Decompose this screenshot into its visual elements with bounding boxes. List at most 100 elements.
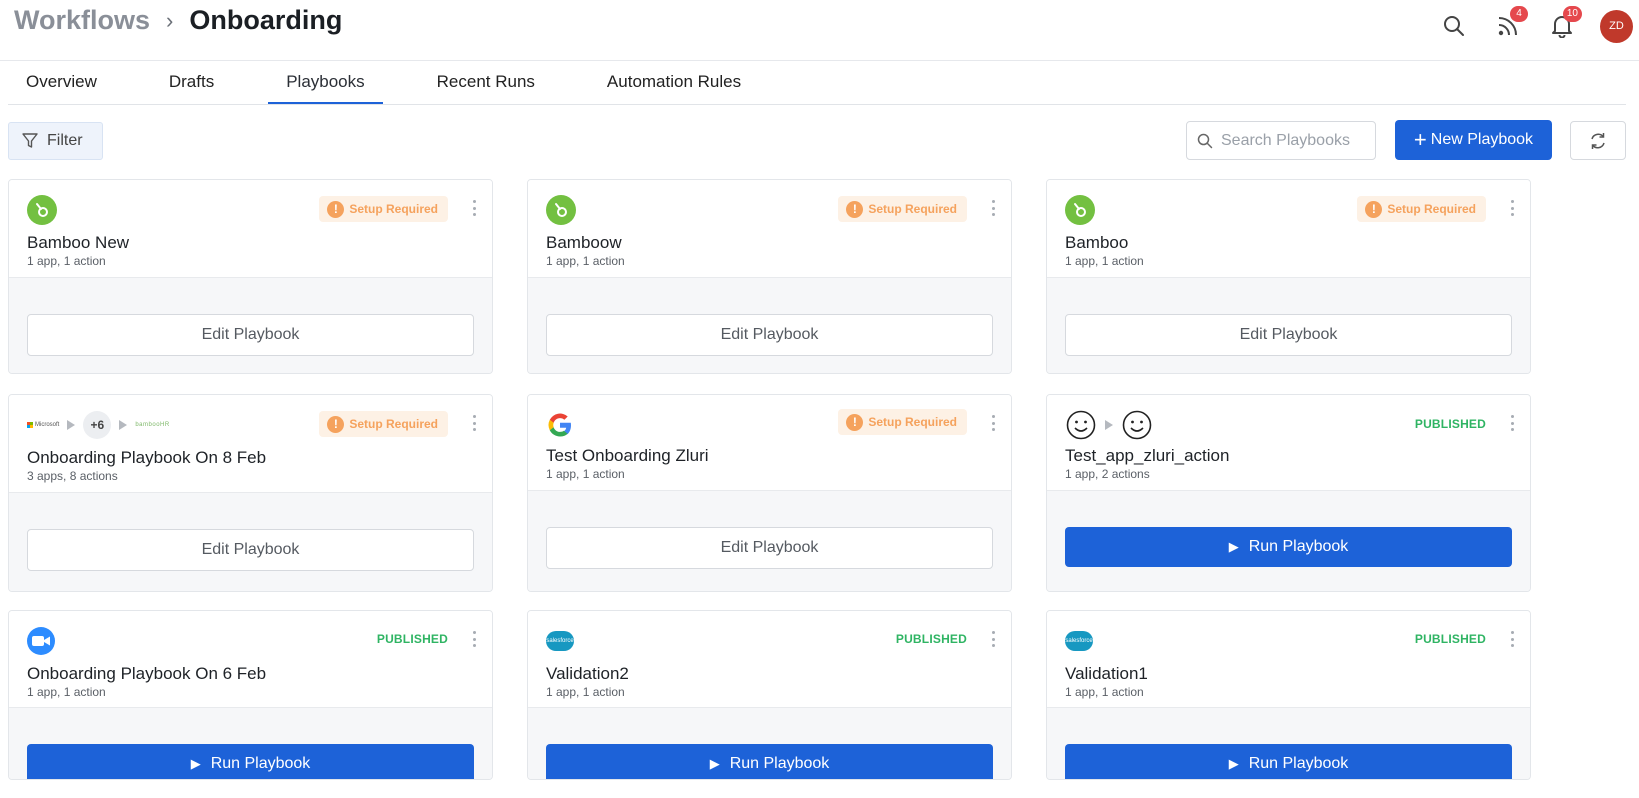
playbook-card: ! Setup Required Test Onboarding Zluri 1 …: [527, 394, 1012, 592]
edit-playbook-button[interactable]: Edit Playbook: [1065, 314, 1512, 356]
more-options-icon[interactable]: [1506, 413, 1518, 433]
playbook-card: ! Setup Required Bamboo 1 app, 1 action E…: [1046, 179, 1531, 374]
filter-icon: [22, 133, 38, 148]
run-playbook-button[interactable]: ▶ Run Playbook: [1065, 744, 1512, 779]
status-badge: PUBLISHED: [895, 632, 967, 646]
play-icon: ▶: [190, 756, 201, 771]
run-playbook-button[interactable]: ▶ Run Playbook: [27, 744, 474, 779]
playbook-card: ! Setup Required Bamboow 1 app, 1 action …: [527, 179, 1012, 374]
tab-recent-runs[interactable]: Recent Runs: [419, 62, 553, 104]
more-apps-chip: +6: [83, 411, 112, 439]
warning-icon: !: [327, 200, 345, 218]
filter-button[interactable]: Filter: [8, 122, 103, 160]
avatar[interactable]: ZD: [1600, 9, 1633, 43]
status-badge: ! Setup Required: [319, 196, 448, 222]
tab-playbooks[interactable]: Playbooks: [268, 62, 383, 104]
header-actions: 4 10 ZD: [1420, 6, 1639, 46]
search-input[interactable]: [1221, 131, 1371, 150]
tab-overview[interactable]: Overview: [8, 62, 115, 104]
play-icon: ▶: [1228, 756, 1239, 771]
search-box[interactable]: [1186, 121, 1376, 160]
warning-icon: !: [327, 415, 345, 433]
playbook-card: Microsoft +6 bambooHR ! Setup Required On…: [8, 394, 493, 592]
card-subtitle: 1 app, 1 action: [27, 685, 106, 699]
new-playbook-button[interactable]: + New Playbook: [1395, 120, 1552, 160]
status-badge: PUBLISHED: [1414, 632, 1486, 646]
zoom-icon: [27, 627, 55, 655]
bamboohr-logo: bambooHR: [135, 422, 170, 428]
run-playbook-button[interactable]: ▶ Run Playbook: [1065, 527, 1512, 567]
tab-bar: Overview Drafts Playbooks Recent Runs Au…: [8, 62, 1626, 105]
chevron-right-icon: ›: [166, 7, 174, 33]
card-title[interactable]: Bamboo New: [27, 233, 129, 253]
salesforce-icon: salesforce: [1065, 631, 1093, 651]
page-header: Workflows › Onboarding 4 10 ZD: [0, 0, 1639, 61]
card-title[interactable]: Validation2: [546, 664, 629, 684]
microsoft-icon: Microsoft: [27, 422, 59, 428]
notification-badge: 10: [1562, 6, 1582, 22]
playbook-card: PUBLISHED Onboarding Playbook On 6 Feb 1…: [8, 610, 493, 780]
more-options-icon[interactable]: [1506, 198, 1518, 218]
card-title[interactable]: Bamboo: [1065, 233, 1128, 253]
breadcrumb: Workflows › Onboarding: [14, 5, 342, 36]
card-title[interactable]: Test Onboarding Zluri: [546, 446, 709, 466]
search-icon: [1197, 133, 1213, 148]
card-subtitle: 1 app, 1 action: [546, 467, 625, 481]
bamboohr-icon: [546, 195, 576, 225]
search-icon[interactable]: [1434, 6, 1474, 46]
bell-icon[interactable]: 10: [1542, 6, 1582, 46]
arrow-right-icon: [1105, 420, 1113, 430]
edit-playbook-button[interactable]: Edit Playbook: [27, 529, 474, 571]
play-icon: ▶: [709, 756, 720, 771]
arrow-right-icon: [67, 420, 76, 430]
status-badge: PUBLISHED: [376, 632, 448, 646]
edit-playbook-button[interactable]: Edit Playbook: [27, 314, 474, 356]
card-subtitle: 1 app, 1 action: [27, 254, 106, 268]
playbook-card: salesforce PUBLISHED Validation1 1 app, …: [1046, 610, 1531, 780]
more-options-icon[interactable]: [468, 198, 480, 218]
card-subtitle: 1 app, 1 action: [546, 685, 625, 699]
card-title[interactable]: Test_app_zluri_action: [1065, 446, 1229, 466]
card-subtitle: 1 app, 1 action: [1065, 685, 1144, 699]
more-options-icon[interactable]: [468, 413, 480, 433]
more-options-icon[interactable]: [987, 629, 999, 649]
status-badge: ! Setup Required: [1357, 196, 1486, 222]
status-badge: ! Setup Required: [838, 196, 967, 222]
feed-badge: 4: [1510, 6, 1528, 22]
arrow-right-icon: [119, 420, 128, 430]
card-title[interactable]: Onboarding Playbook On 8 Feb: [27, 448, 266, 468]
status-badge: ! Setup Required: [319, 411, 448, 437]
refresh-icon: [1591, 132, 1605, 149]
plus-icon: +: [1413, 127, 1427, 152]
play-icon: ▶: [1228, 539, 1239, 554]
playbook-card: ! Setup Required Bamboo New 1 app, 1 acti…: [8, 179, 493, 374]
edit-playbook-button[interactable]: Edit Playbook: [546, 314, 993, 356]
more-options-icon[interactable]: [468, 629, 480, 649]
page-title: Onboarding: [189, 5, 343, 35]
smiley-icon: [1122, 410, 1152, 440]
more-options-icon[interactable]: [987, 198, 999, 218]
card-title[interactable]: Validation1: [1065, 664, 1148, 684]
refresh-button[interactable]: [1570, 121, 1626, 160]
edit-playbook-button[interactable]: Edit Playbook: [546, 527, 993, 569]
card-title[interactable]: Onboarding Playbook On 6 Feb: [27, 664, 266, 684]
run-playbook-button[interactable]: ▶ Run Playbook: [546, 744, 993, 779]
warning-icon: !: [846, 200, 864, 218]
more-options-icon[interactable]: [987, 413, 999, 433]
card-title[interactable]: Bamboow: [546, 233, 622, 253]
card-subtitle: 1 app, 2 actions: [1065, 467, 1150, 481]
warning-icon: !: [1365, 200, 1383, 218]
new-playbook-label: New Playbook: [1430, 131, 1534, 148]
filter-label: Filter: [47, 132, 83, 149]
rss-icon[interactable]: 4: [1488, 6, 1528, 46]
card-subtitle: 1 app, 1 action: [546, 254, 625, 268]
more-options-icon[interactable]: [1506, 629, 1518, 649]
tab-automation-rules[interactable]: Automation Rules: [589, 62, 759, 104]
breadcrumb-workflows[interactable]: Workflows: [14, 5, 150, 36]
tab-drafts[interactable]: Drafts: [151, 62, 232, 104]
salesforce-icon: salesforce: [546, 631, 574, 651]
smiley-icon: [1066, 410, 1096, 440]
bamboohr-icon: [1065, 195, 1095, 225]
playbook-card: PUBLISHED Test_app_zluri_action 1 app, 2…: [1046, 394, 1531, 592]
bamboohr-icon: [27, 195, 57, 225]
